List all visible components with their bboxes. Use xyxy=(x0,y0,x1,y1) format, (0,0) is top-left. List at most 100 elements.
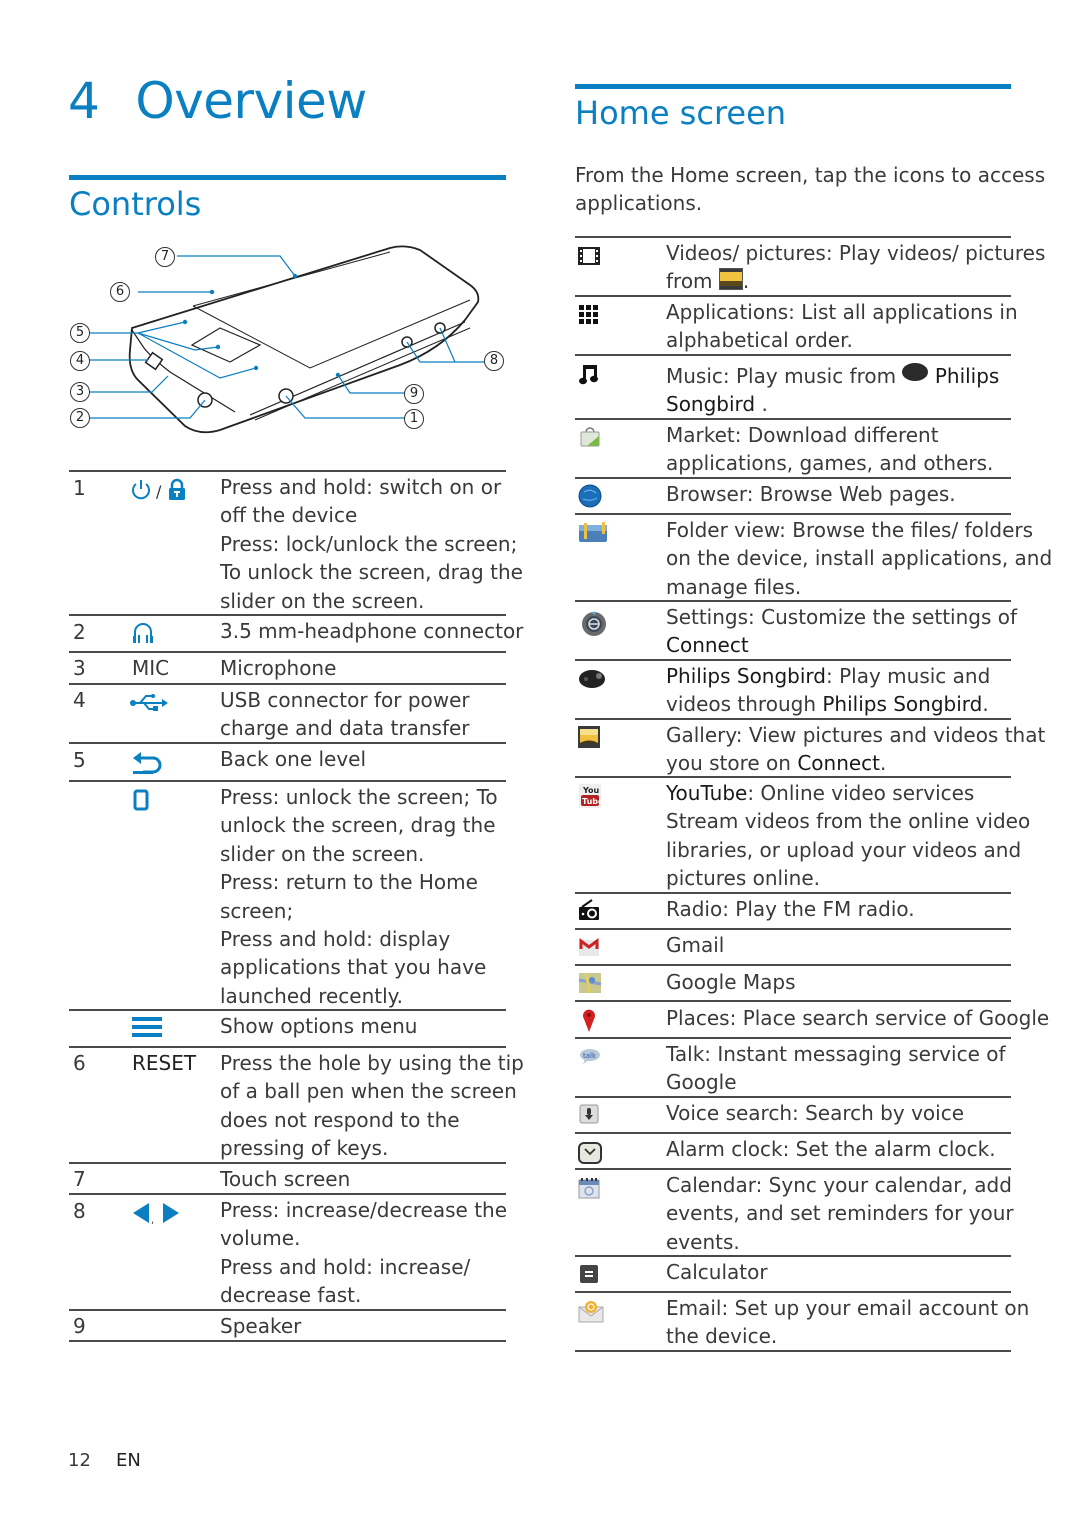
home-section-rule xyxy=(575,84,1011,89)
callout-dots xyxy=(182,273,341,378)
row-number: 3 xyxy=(73,656,86,680)
home-screen-title: Home screen xyxy=(575,94,787,132)
table-rule xyxy=(575,236,1011,238)
controls-title: Controls xyxy=(69,185,202,223)
page-number: 12 xyxy=(68,1450,91,1471)
table-rule xyxy=(69,651,506,653)
desc-line: Press: unlock the screen; To xyxy=(220,785,498,809)
row-description: USB connector for power charge and data … xyxy=(220,686,470,743)
row-description: Videos/ pictures: Play videos/ pictures … xyxy=(666,239,1045,296)
controls-section-rule xyxy=(69,175,506,180)
voice-search-icon xyxy=(579,1104,599,1128)
desc-line: Press and hold: display xyxy=(220,927,451,952)
desc-line: USB connector for power xyxy=(220,688,470,712)
browser-globe-icon xyxy=(578,484,602,512)
table-rule xyxy=(69,470,506,472)
row-number: 4 xyxy=(73,688,86,712)
row-description: Press: increase/decrease the volume. Pre… xyxy=(220,1196,507,1310)
desc-line: libraries, or upload your videos and xyxy=(666,837,1022,862)
home-icon xyxy=(133,789,149,815)
row-description: Press: unlock the screen; To unlock the … xyxy=(220,783,498,1010)
row-description: Microphone xyxy=(220,656,337,680)
menu-icon xyxy=(131,1015,163,1043)
reset-label: RESET xyxy=(132,1051,197,1075)
songbird-icon xyxy=(902,363,929,381)
desc-line: Music: Play music from Philips xyxy=(666,363,1000,388)
desc-line: YouTube: Online video services xyxy=(666,781,975,805)
desc-line: on the device, install applications, and xyxy=(666,546,1053,571)
callout-8: 8 xyxy=(484,351,504,371)
desc-line: To unlock the screen, drag the xyxy=(220,560,523,585)
row-number: 2 xyxy=(73,620,86,644)
power-icon: / xyxy=(132,478,185,501)
row-description: YouTube: Online video services Stream vi… xyxy=(666,779,1030,893)
email-icon xyxy=(578,1299,604,1327)
desc-line: Press: increase/decrease the xyxy=(220,1198,508,1222)
table-rule xyxy=(575,1000,1011,1002)
desc-line: videos through Philips Songbird. xyxy=(666,692,989,717)
maps-icon xyxy=(578,972,602,998)
desc-line: Press and hold: increase/ xyxy=(220,1254,471,1279)
desc-line: events. xyxy=(666,1229,740,1254)
device-diagram xyxy=(80,245,487,434)
row-description: Voice search: Search by voice xyxy=(666,1101,964,1125)
row-number: 9 xyxy=(73,1314,86,1338)
chapter-title-text: Overview xyxy=(135,72,367,130)
desc-line: volume. xyxy=(220,1226,301,1251)
desc-line: does not respond to the xyxy=(220,1107,460,1132)
intro-line: applications. xyxy=(575,191,703,216)
desc-line: Connect xyxy=(666,633,749,658)
desc-line: Videos/ pictures: Play videos/ pictures xyxy=(666,241,1046,265)
youtube-icon: You Tube xyxy=(579,784,604,812)
desc-line: pictures online. xyxy=(666,866,820,891)
desc-line: you store on Connect. xyxy=(666,751,887,776)
svg-text:,: , xyxy=(151,1215,154,1225)
row-number: 7 xyxy=(73,1167,86,1191)
callout-3: 3 xyxy=(70,382,90,402)
row-description: Applications: List all applications in a… xyxy=(666,298,1018,355)
usb-icon xyxy=(130,693,170,717)
table-rule xyxy=(575,964,1011,966)
callout-6: 6 xyxy=(110,282,130,302)
power-lock-icon: / xyxy=(130,478,194,506)
row-description: Press the hole by using the tip of a bal… xyxy=(220,1049,524,1163)
desc-line: Folder view: Browse the files/ folders xyxy=(666,518,1034,542)
talk-icon: talk xyxy=(579,1047,601,1069)
language-code: EN xyxy=(116,1450,141,1471)
desc-line: Stream videos from the online video xyxy=(666,809,1031,834)
row-description: Talk: Instant messaging service of Googl… xyxy=(666,1040,1006,1097)
table-rule xyxy=(575,1037,1011,1039)
desc-line: slider on the screen. xyxy=(220,588,425,613)
row-description: Music: Play music from Philips Songbird … xyxy=(666,362,999,419)
callout-7: 7 xyxy=(155,247,175,267)
desc-line: applications that you have xyxy=(220,955,487,980)
alarm-clock-icon xyxy=(578,1141,602,1169)
desc-line: unlock the screen, drag the xyxy=(220,813,496,838)
table-rule xyxy=(69,1046,506,1048)
desc-line: from . xyxy=(666,268,750,294)
calculator-icon xyxy=(580,1265,598,1287)
calendar-icon xyxy=(578,1177,600,1203)
desc-line: launched recently. xyxy=(220,983,403,1008)
callout-1: 1 xyxy=(404,409,424,429)
row-description: Places: Place search service of Google xyxy=(666,1006,1050,1030)
radio-icon xyxy=(578,899,600,925)
desc-line: the device. xyxy=(666,1324,778,1349)
row-description: Market: Download different applications,… xyxy=(666,421,993,478)
desc-line: Talk: Instant messaging service of xyxy=(666,1042,1006,1066)
row-number: 1 xyxy=(73,476,86,500)
svg-text:You: You xyxy=(582,786,600,795)
row-description: Alarm clock: Set the alarm clock. xyxy=(666,1137,996,1161)
row-description: Browser: Browse Web pages. xyxy=(666,482,956,506)
row-description: Calculator xyxy=(666,1260,768,1284)
headphone-icon xyxy=(132,621,154,649)
back-icon xyxy=(131,750,165,780)
volume-icon: , xyxy=(131,1201,183,1229)
desc-line: Gallery: View pictures and videos that xyxy=(666,723,1046,747)
row-description: Back one level xyxy=(220,747,367,771)
row-number: 6 xyxy=(73,1051,86,1075)
desc-line: Applications: List all applications in xyxy=(666,300,1018,324)
table-rule xyxy=(69,780,506,782)
gallery-icon xyxy=(578,726,600,752)
svg-text:/: / xyxy=(156,482,162,501)
